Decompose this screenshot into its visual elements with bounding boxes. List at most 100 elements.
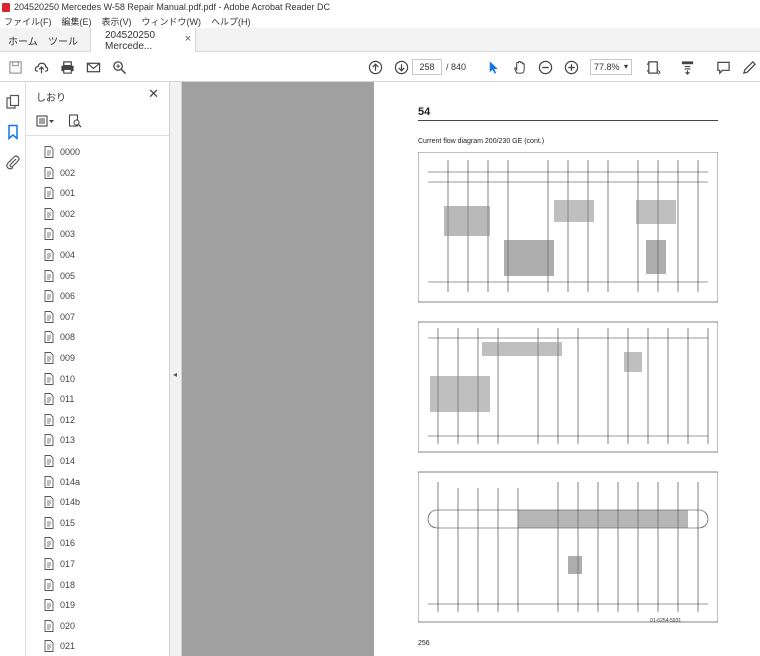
bookmark-page-icon — [44, 496, 54, 509]
bookmark-item[interactable]: 001 — [44, 183, 75, 203]
zoom-level-select[interactable]: 77.8% ▾ — [590, 59, 632, 75]
bookmark-item[interactable]: 013 — [44, 430, 75, 450]
bookmark-page-icon — [44, 434, 54, 447]
hand-icon[interactable] — [510, 58, 528, 76]
bookmark-label: 006 — [60, 291, 76, 302]
bookmark-item[interactable]: 016 — [44, 533, 75, 553]
pen-icon[interactable] — [740, 58, 758, 76]
tab-bar: ホーム ツール 204520250 Mercede... × — [0, 28, 760, 53]
navigation-rail — [0, 82, 26, 656]
bookmark-item[interactable]: 014 — [44, 451, 75, 471]
bookmark-item[interactable]: 003 — [44, 224, 75, 244]
wiring-diagram: 01-6254-5931 — [418, 152, 718, 632]
select-cursor-icon[interactable] — [484, 58, 502, 76]
bookmark-label: 011 — [60, 394, 75, 405]
bookmark-item[interactable]: 006 — [44, 286, 75, 306]
bookmark-label: 007 — [60, 311, 76, 322]
bookmark-item[interactable]: 0000 — [44, 142, 80, 162]
bookmark-item[interactable]: 014b — [44, 492, 80, 512]
bookmark-page-icon — [44, 352, 54, 364]
find-bookmark-icon[interactable] — [68, 114, 82, 128]
page-heading-rule — [418, 120, 718, 121]
bookmark-icon[interactable] — [5, 124, 21, 141]
attachment-icon[interactable] — [5, 154, 21, 170]
bookmark-item[interactable]: 015 — [44, 513, 75, 533]
bookmark-item[interactable]: 008 — [44, 327, 75, 347]
page-up-icon[interactable] — [366, 58, 384, 76]
bookmark-item[interactable]: 012 — [44, 410, 75, 430]
save-icon[interactable] — [6, 58, 24, 76]
bookmark-label: 019 — [60, 600, 76, 611]
page-down-icon[interactable] — [392, 58, 410, 76]
bookmark-page-icon — [44, 249, 54, 261]
bookmark-item[interactable]: 017 — [44, 554, 75, 574]
email-icon[interactable] — [84, 58, 102, 76]
bookmark-item[interactable]: 002 — [44, 163, 75, 183]
menu-bar: ファイル(F) 編集(E) 表示(V) ウィンドウ(W) ヘルプ(H) — [0, 14, 760, 28]
menu-edit[interactable]: 編集(E) — [62, 15, 92, 28]
tab-tools[interactable]: ツール — [48, 28, 78, 52]
bookmark-item[interactable]: 009 — [44, 348, 75, 368]
bookmark-item[interactable]: 021 — [44, 636, 75, 656]
page-number-input[interactable]: 258 — [412, 59, 442, 75]
menu-view[interactable]: 表示(V) — [102, 15, 132, 28]
bookmark-label: 008 — [60, 332, 76, 343]
bookmark-page-icon — [44, 187, 54, 200]
bookmark-label: 012 — [60, 414, 76, 425]
bookmark-label: 004 — [60, 250, 76, 260]
bookmarks-toolbar — [26, 108, 170, 136]
bookmark-page-icon — [44, 372, 54, 385]
menu-window[interactable]: ウィンドウ(W) — [142, 15, 202, 28]
bookmark-item[interactable]: 019 — [44, 595, 75, 615]
tab-home[interactable]: ホーム — [8, 28, 38, 52]
bookmark-page-icon — [44, 310, 54, 323]
bookmark-item[interactable]: 020 — [44, 616, 75, 636]
tab-document-label: 204520250 Mercede... — [105, 29, 156, 52]
options-menu-icon[interactable] — [36, 114, 56, 128]
collapse-panel-icon[interactable]: ◂ — [173, 370, 177, 379]
pages-icon[interactable] — [5, 94, 21, 110]
page-total-label: / 840 — [446, 62, 467, 72]
bookmarks-panel: しおり ✕ 0000 002 001 002 003 004 005 006 007 008 009… — [26, 82, 190, 656]
zoom-in-icon[interactable] — [562, 58, 580, 76]
bookmark-item[interactable]: 005 — [44, 266, 75, 286]
pdf-page: 54 Current flow diagram 200/230 GE (cont… — [374, 82, 760, 656]
bookmark-item[interactable]: 002 — [44, 204, 75, 224]
close-icon[interactable]: ✕ — [148, 86, 159, 102]
bookmark-label: 001 — [60, 188, 76, 199]
panel-splitter[interactable]: ◂ — [170, 82, 182, 656]
bookmark-label: 018 — [60, 579, 76, 590]
tab-document[interactable]: 204520250 Mercede... × — [90, 28, 196, 53]
bookmark-label: 003 — [60, 229, 76, 240]
bookmark-item[interactable]: 004 — [44, 245, 75, 265]
bookmark-item[interactable]: 007 — [44, 307, 75, 327]
bookmark-item[interactable]: 010 — [44, 369, 75, 389]
bookmark-label: 002 — [60, 167, 76, 178]
bookmark-item[interactable]: 011 — [44, 389, 74, 409]
bookmark-page-icon — [44, 413, 54, 426]
cloud-upload-icon[interactable] — [32, 58, 50, 76]
scroll-mode-icon[interactable] — [678, 58, 696, 76]
document-viewer[interactable]: 54 Current flow diagram 200/230 GE (cont… — [182, 82, 760, 656]
comment-icon[interactable] — [714, 58, 732, 76]
zoom-search-icon[interactable] — [110, 58, 128, 76]
zoom-out-icon[interactable] — [536, 58, 554, 76]
bookmark-page-icon — [44, 640, 54, 653]
menu-help[interactable]: ヘルプ(H) — [211, 15, 251, 28]
bookmark-item[interactable]: 018 — [44, 575, 75, 595]
bookmark-page-icon — [44, 207, 54, 220]
fit-page-icon[interactable] — [644, 58, 662, 76]
bookmark-label: 014a — [60, 476, 81, 487]
bookmark-label: 005 — [60, 270, 76, 281]
print-icon[interactable] — [58, 58, 76, 76]
bookmark-label: 020 — [60, 620, 76, 631]
close-icon[interactable]: × — [185, 33, 191, 45]
bookmark-item[interactable]: 014a — [44, 472, 80, 492]
bookmark-label: 014b — [60, 497, 81, 508]
bookmark-page-icon — [44, 455, 54, 467]
bookmark-label: 013 — [60, 435, 76, 446]
bookmark-page-icon — [44, 619, 54, 632]
menu-file[interactable]: ファイル(F) — [4, 15, 52, 28]
bookmark-label: 002 — [60, 208, 76, 219]
bookmark-page-icon — [44, 537, 54, 550]
